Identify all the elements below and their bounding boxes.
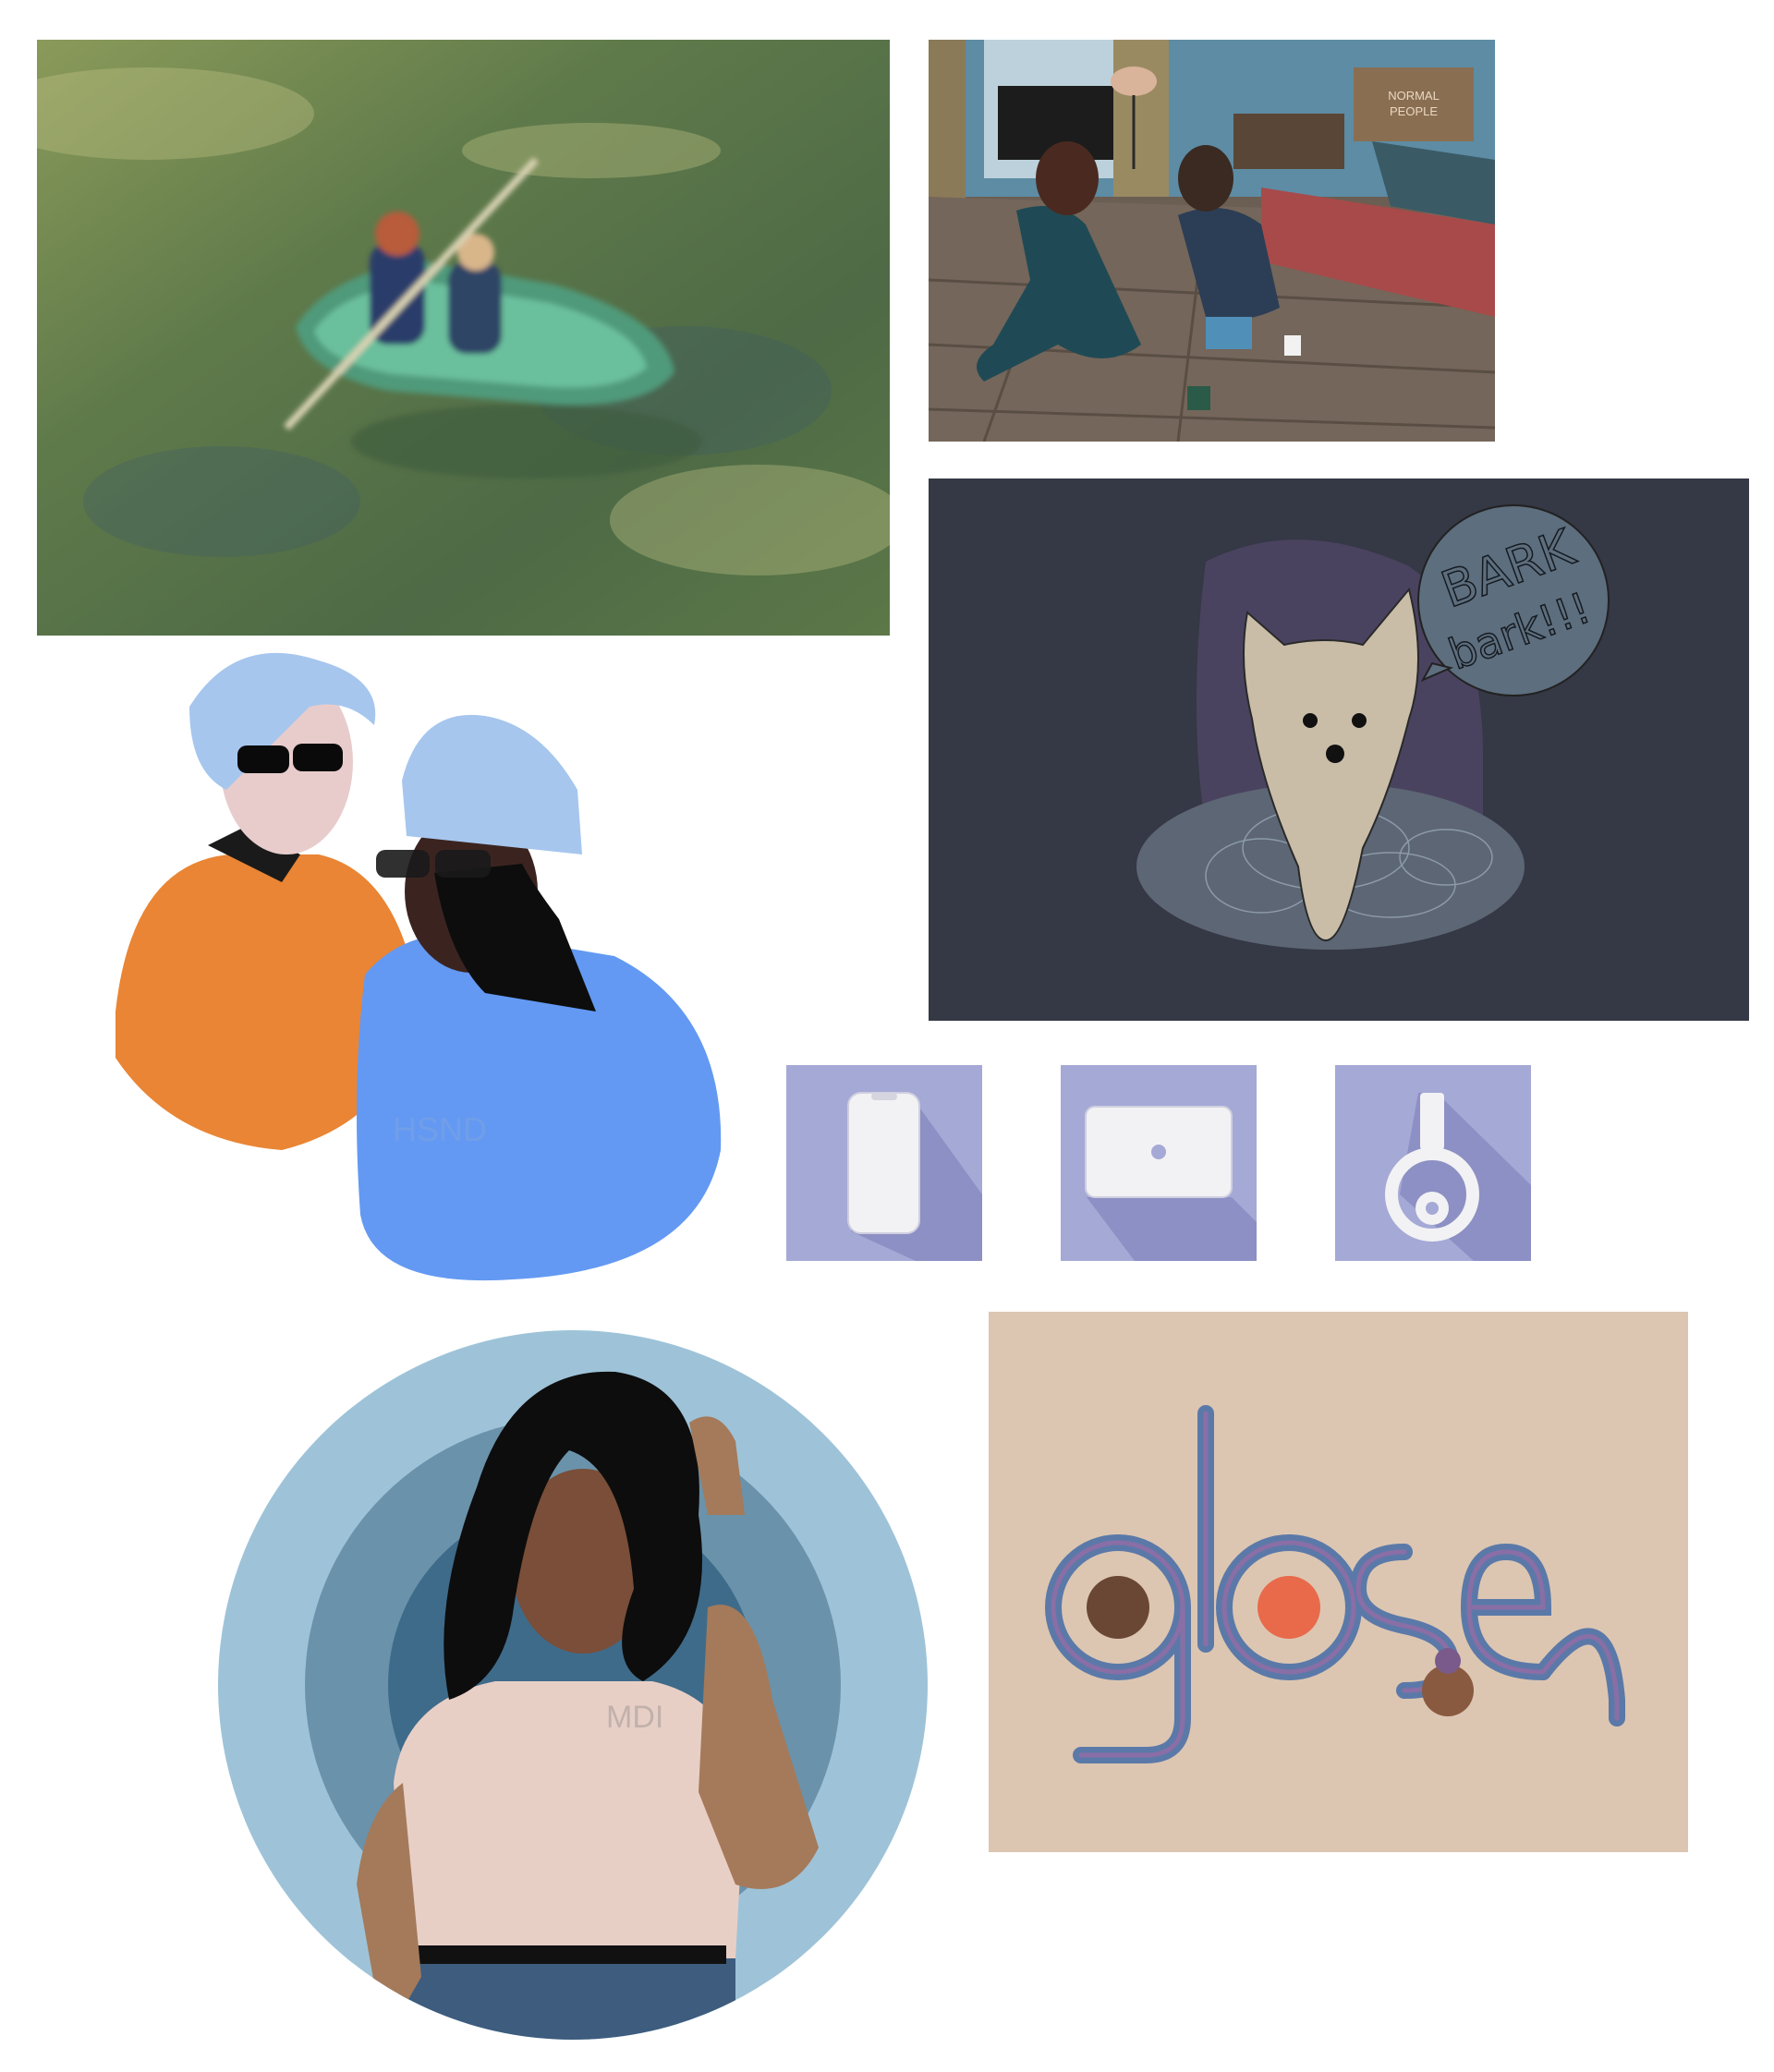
boat-illustration bbox=[37, 40, 890, 636]
room-scene-illustration: NORMAL PEOPLE bbox=[929, 40, 1495, 442]
box-label-line2: PEOPLE bbox=[1390, 104, 1438, 118]
headphones-icon-tile bbox=[1335, 1065, 1531, 1261]
box-label-line1: NORMAL bbox=[1388, 89, 1440, 103]
laptop-icon-tile bbox=[1061, 1065, 1257, 1261]
dog-illustration: BARK bark!!! bbox=[929, 479, 1749, 1021]
glose-wordmark-illustration: glose bbox=[989, 1312, 1688, 1852]
couple-watermark: HSND bbox=[393, 1110, 487, 1148]
portrait-watermark: MDI bbox=[606, 1700, 663, 1735]
glose-wordmark-text: glose bbox=[989, 1312, 990, 1313]
couple-illustration: HSND bbox=[97, 642, 735, 1298]
phone-icon-tile bbox=[786, 1065, 982, 1261]
portrait-illustration: MDI bbox=[218, 1330, 928, 2040]
